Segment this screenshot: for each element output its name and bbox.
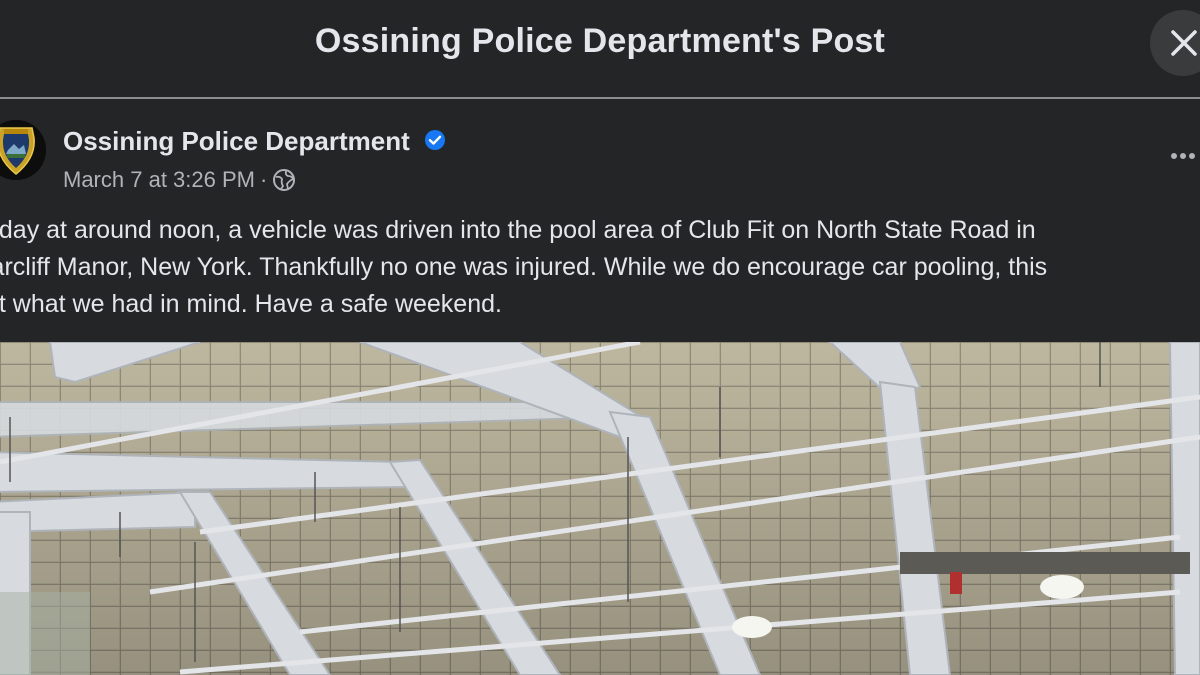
police-badge-icon: [0, 120, 46, 180]
post-text-line: oday at around noon, a vehicle was drive…: [0, 216, 1036, 244]
more-options-button[interactable]: [1168, 146, 1200, 166]
post-meta: March 7 at 3:26 PM ·: [63, 167, 296, 193]
close-button[interactable]: [1150, 10, 1200, 76]
post-text-line: ot what we had in mind. Have a safe week…: [0, 290, 502, 318]
post-author-name[interactable]: Ossining Police Department: [63, 126, 410, 157]
dialog-title: Ossining Police Department's Post: [314, 22, 886, 60]
globe-icon[interactable]: [272, 168, 296, 192]
post-header: Ossining Police Department March 7 at 3:…: [0, 110, 1200, 200]
post-timestamp[interactable]: March 7 at 3:26 PM: [63, 167, 255, 193]
post-text: oday at around noon, a vehicle was drive…: [0, 212, 1200, 323]
avatar[interactable]: [0, 120, 46, 180]
close-icon: [1171, 30, 1197, 56]
post-dialog-header: Ossining Police Department's Post: [0, 0, 1200, 99]
pool-ceiling-photo: [0, 342, 1200, 675]
post-photo[interactable]: [0, 342, 1200, 675]
verified-badge-icon: [425, 130, 445, 150]
meta-separator: ·: [259, 167, 268, 192]
post-text-line: iarcliff Manor, New York. Thankfully no …: [0, 253, 1048, 281]
more-dots-icon: [1171, 153, 1195, 159]
